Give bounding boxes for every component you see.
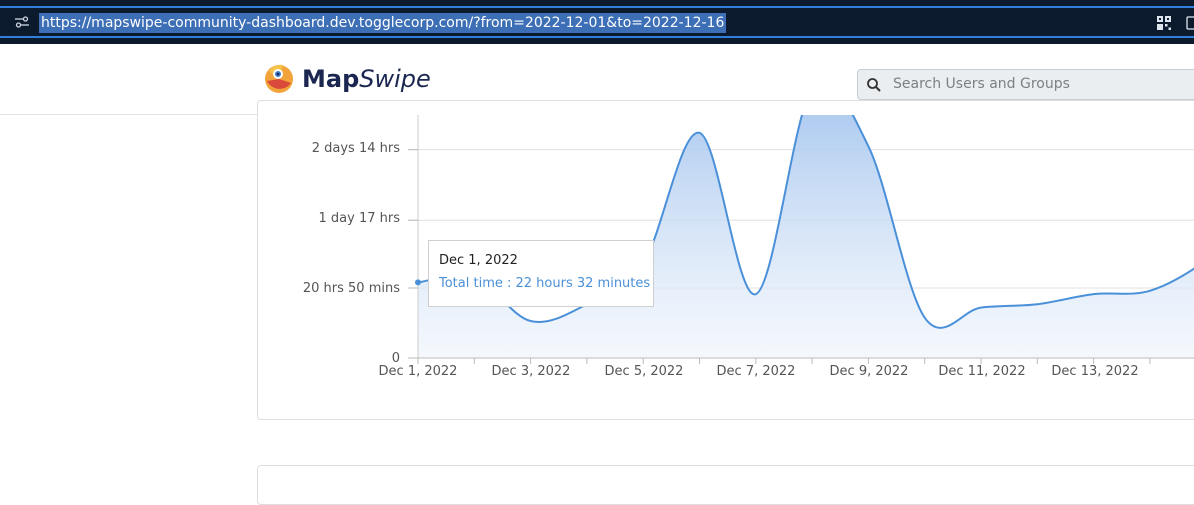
browser-url-bar: https://mapswipe-community-dashboard.dev… [0,0,1194,44]
x-tick-label: Dec 9, 2022 [829,364,909,379]
url-input[interactable]: https://mapswipe-community-dashboard.dev… [39,13,727,33]
tooltip-date: Dec 1, 2022 [439,253,518,268]
logo-wordmark[interactable]: MapSwipe [302,65,431,93]
search-input[interactable]: Search Users and Groups [857,69,1194,100]
tooltip-value: Total time : 22 hours 32 minutes [439,276,651,291]
hover-point-marker [415,279,421,286]
search-icon [867,78,881,92]
x-tick-label: Dec 5, 2022 [604,364,684,379]
url-bar-bottom-border [0,36,1194,38]
y-tick-label: 20 hrs 50 mins [302,281,400,296]
x-tick-label: Dec 13, 2022 [1051,364,1139,379]
next-section-card [257,465,1194,505]
x-tick-label: Dec 11, 2022 [938,364,1026,379]
search-placeholder: Search Users and Groups [893,76,1070,92]
x-tick-label: Dec 3, 2022 [491,364,571,379]
qr-code-icon[interactable] [1156,15,1172,31]
y-tick-label: 1 day 17 hrs [318,211,400,226]
logo-text-italic: Swipe [359,65,431,93]
url-bar-top-border [0,6,1194,8]
y-tick-label: 2 days 14 hrs [311,141,400,156]
chart-tooltip: Dec 1, 2022 Total time : 22 hours 32 min… [428,240,654,307]
tune-sliders-icon[interactable] [14,14,30,30]
x-tick-label: Dec 7, 2022 [716,364,796,379]
x-tick-label: Dec 1, 2022 [378,364,458,379]
translate-icon[interactable] [1186,15,1194,31]
mapswipe-logo-icon[interactable] [263,63,295,95]
logo-text-bold: Map [302,65,360,93]
